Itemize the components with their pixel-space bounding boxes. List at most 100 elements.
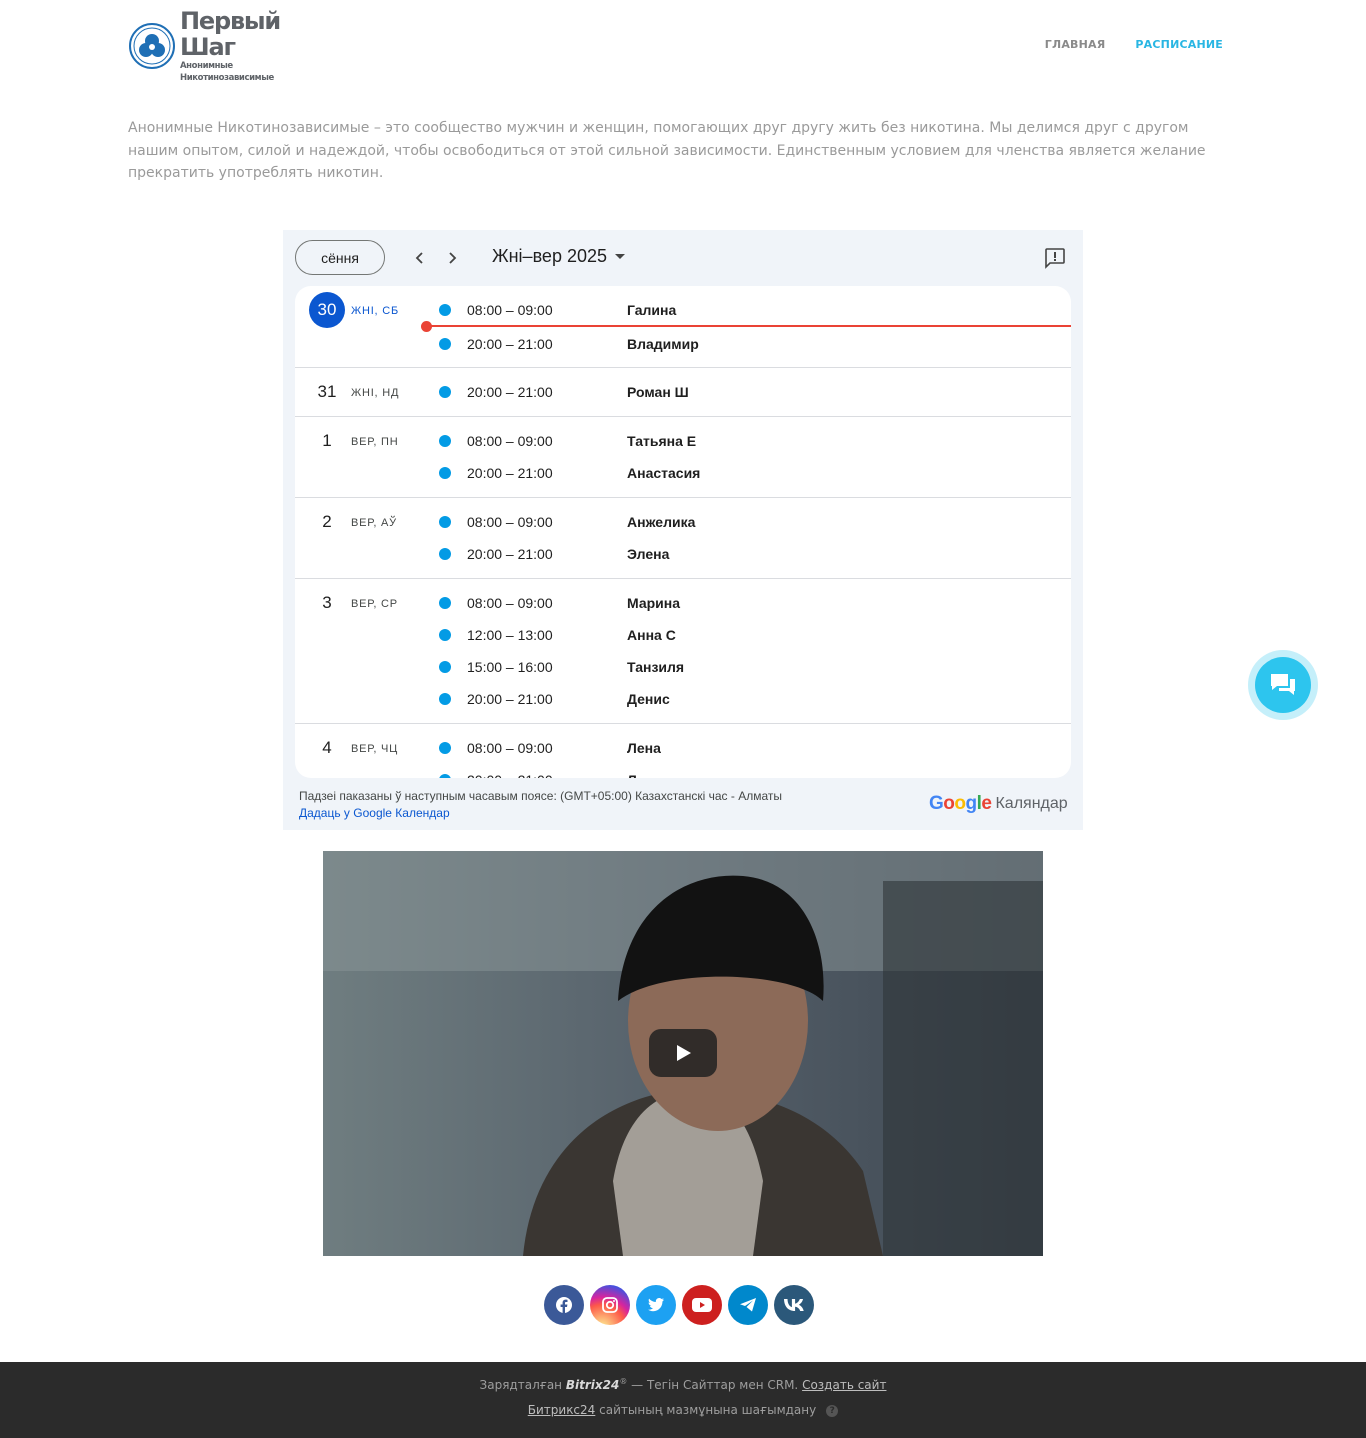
site-header: Первый Шаг Анонимные Никотинозависимые Г… <box>0 0 1366 92</box>
calendar-event[interactable]: 20:00 – 21:00 Роман Ш <box>439 380 1059 404</box>
event-title: Танзиля <box>627 659 685 675</box>
chat-widget-inner <box>1255 657 1311 713</box>
agenda-day-row: 30 ЖНІ, СБ 08:00 – 09:00 Галина 20:00 – 21:0… <box>295 286 1071 368</box>
google-calendar-brand[interactable]: Google Каляндар <box>929 793 1068 815</box>
help-icon[interactable]: ? <box>826 1404 839 1417</box>
social-facebook-link[interactable] <box>544 1285 584 1325</box>
day-number[interactable]: 2 <box>309 504 345 540</box>
today-button[interactable]: сёння <box>295 240 385 275</box>
calendar-event[interactable]: 08:00 – 09:00 Татьяна Е <box>439 429 1059 453</box>
social-instagram-link[interactable] <box>590 1285 630 1325</box>
event-time: 08:00 – 09:00 <box>467 433 553 449</box>
next-week-button[interactable] <box>440 246 464 270</box>
agenda-day-row: 2 ВЕР, АЎ 08:00 – 09:00 Анжелика 20:00 – 21:… <box>295 498 1071 579</box>
social-youtube-link[interactable] <box>682 1285 722 1325</box>
calendar-event[interactable]: 20:00 – 21:00 Элена <box>439 542 1059 566</box>
event-color-dot <box>439 338 451 350</box>
youtube-video-player[interactable] <box>323 851 1043 1256</box>
telegram-icon <box>739 1297 757 1313</box>
calendar-event[interactable]: 12:00 – 13:00 Анна С <box>439 623 1059 647</box>
day-label: ВЕР, ЧЦ <box>351 743 399 755</box>
event-color-dot <box>439 386 451 398</box>
add-to-google-calendar-link[interactable]: Дадаць у Google Календар <box>299 805 782 822</box>
agenda-list: 30 ЖНІ, СБ 08:00 – 09:00 Галина 20:00 – 21:0… <box>295 286 1071 778</box>
event-title: Элена <box>627 546 670 562</box>
event-title: Анна С <box>627 627 676 643</box>
calendar-event[interactable]: 20:00 – 21:00 Л <box>439 768 1059 778</box>
report-suffix: сайтының мазмұнына шағымдану <box>595 1403 817 1417</box>
play-button[interactable] <box>649 1029 717 1077</box>
agenda-day-row: 1 ВЕР, ПН 08:00 – 09:00 Татьяна Е 20:00 – 21… <box>295 417 1071 498</box>
google-calendar-embed: сёння Жні–вер 2025 30 ЖНІ, СБ 08:00 – 09:0… <box>283 230 1083 830</box>
site-logo[interactable]: Первый Шаг Анонимные Никотинозависимые <box>128 8 318 83</box>
event-time: 08:00 – 09:00 <box>467 302 553 318</box>
nav-schedule[interactable]: РАСПИСАНИЕ <box>1135 38 1223 51</box>
agenda-day-row: 3 ВЕР, СР 08:00 – 09:00 Марина 12:00 – 13:00… <box>295 579 1071 724</box>
instagram-icon <box>601 1296 619 1314</box>
facebook-icon <box>555 1296 573 1314</box>
calendar-footer: Падзеі паказаны ў наступным часавым пояс… <box>299 788 782 822</box>
twitter-icon <box>647 1297 665 1313</box>
event-time: 20:00 – 21:00 <box>467 336 553 352</box>
agenda-day-row: 31 ЖНІ, НД 20:00 – 21:00 Роман Ш <box>295 368 1071 417</box>
prev-week-button[interactable] <box>408 246 432 270</box>
current-time-dot <box>421 321 432 332</box>
calendar-event[interactable]: 08:00 – 09:00 Марина <box>439 591 1059 615</box>
calendar-event[interactable]: 08:00 – 09:00 Анжелика <box>439 510 1059 534</box>
nav-home[interactable]: ГЛАВНАЯ <box>1045 38 1106 51</box>
report-brand-link[interactable]: Битрикс24 <box>528 1403 596 1417</box>
calendar-event[interactable]: 08:00 – 09:00 Галина <box>439 298 1059 322</box>
footer-powered-line: Зарядталған Bitrix24® — Тегін Сайттар ме… <box>479 1377 887 1392</box>
event-time: 20:00 – 21:00 <box>467 465 553 481</box>
current-time-line <box>427 325 1071 327</box>
chat-bubbles-icon <box>1271 674 1295 695</box>
day-number[interactable]: 31 <box>309 374 345 410</box>
event-time: 20:00 – 21:00 <box>467 772 553 778</box>
chat-widget-button[interactable] <box>1248 650 1318 720</box>
social-twitter-link[interactable] <box>636 1285 676 1325</box>
day-label: ВЕР, СР <box>351 598 398 610</box>
calendar-event[interactable]: 20:00 – 21:00 Анастасия <box>439 461 1059 485</box>
create-site-link[interactable]: Создать сайт <box>802 1378 886 1392</box>
event-title: Анжелика <box>627 514 696 530</box>
event-color-dot <box>439 661 451 673</box>
day-label: ВЕР, АЎ <box>351 517 397 529</box>
main-nav: ГЛАВНАЯ РАСПИСАНИЕ <box>1045 38 1223 51</box>
calendar-event[interactable]: 20:00 – 21:00 Денис <box>439 687 1059 711</box>
calendar-brand-word: Каляндар <box>995 795 1068 812</box>
chevron-right-icon <box>449 252 457 264</box>
event-time: 20:00 – 21:00 <box>467 384 553 400</box>
footer-brand[interactable]: Bitrix24 <box>566 1378 619 1392</box>
event-title: Татьяна Е <box>627 433 697 449</box>
event-title: Анастасия <box>627 465 701 481</box>
event-color-dot <box>439 467 451 479</box>
calendar-event[interactable]: 15:00 – 16:00 Танзиля <box>439 655 1059 679</box>
social-telegram-link[interactable] <box>728 1285 768 1325</box>
event-time: 08:00 – 09:00 <box>467 595 553 611</box>
social-vk-link[interactable] <box>774 1285 814 1325</box>
event-color-dot <box>439 693 451 705</box>
event-title: Галина <box>627 302 677 318</box>
timezone-note: Падзеі паказаны ў наступным часавым пояс… <box>299 789 783 803</box>
feedback-icon[interactable] <box>1043 246 1067 270</box>
event-title: Денис <box>627 691 670 707</box>
date-range-picker[interactable]: Жні–вер 2025 <box>492 246 625 267</box>
day-number[interactable]: 4 <box>309 730 345 766</box>
logo-text: Первый Шаг Анонимные Никотинозависимые <box>180 8 318 84</box>
youtube-icon <box>692 1298 712 1312</box>
event-time: 20:00 – 21:00 <box>467 546 553 562</box>
footer-powered-prefix: Зарядталған <box>479 1378 563 1392</box>
event-time: 20:00 – 21:00 <box>467 691 553 707</box>
calendar-event[interactable]: 20:00 – 21:00 Владимир <box>439 332 1059 356</box>
event-time: 15:00 – 16:00 <box>467 659 553 675</box>
day-number[interactable]: 1 <box>309 423 345 459</box>
date-range-label: Жні–вер 2025 <box>492 246 607 266</box>
event-time: 08:00 – 09:00 <box>467 740 553 756</box>
logo-emblem-icon <box>129 23 175 69</box>
day-number[interactable]: 3 <box>309 585 345 621</box>
event-color-dot <box>439 516 451 528</box>
calendar-event[interactable]: 08:00 – 09:00 Лена <box>439 736 1059 760</box>
day-number[interactable]: 30 <box>309 292 345 328</box>
day-label: ВЕР, ПН <box>351 436 399 448</box>
day-label: ЖНІ, НД <box>351 387 400 399</box>
